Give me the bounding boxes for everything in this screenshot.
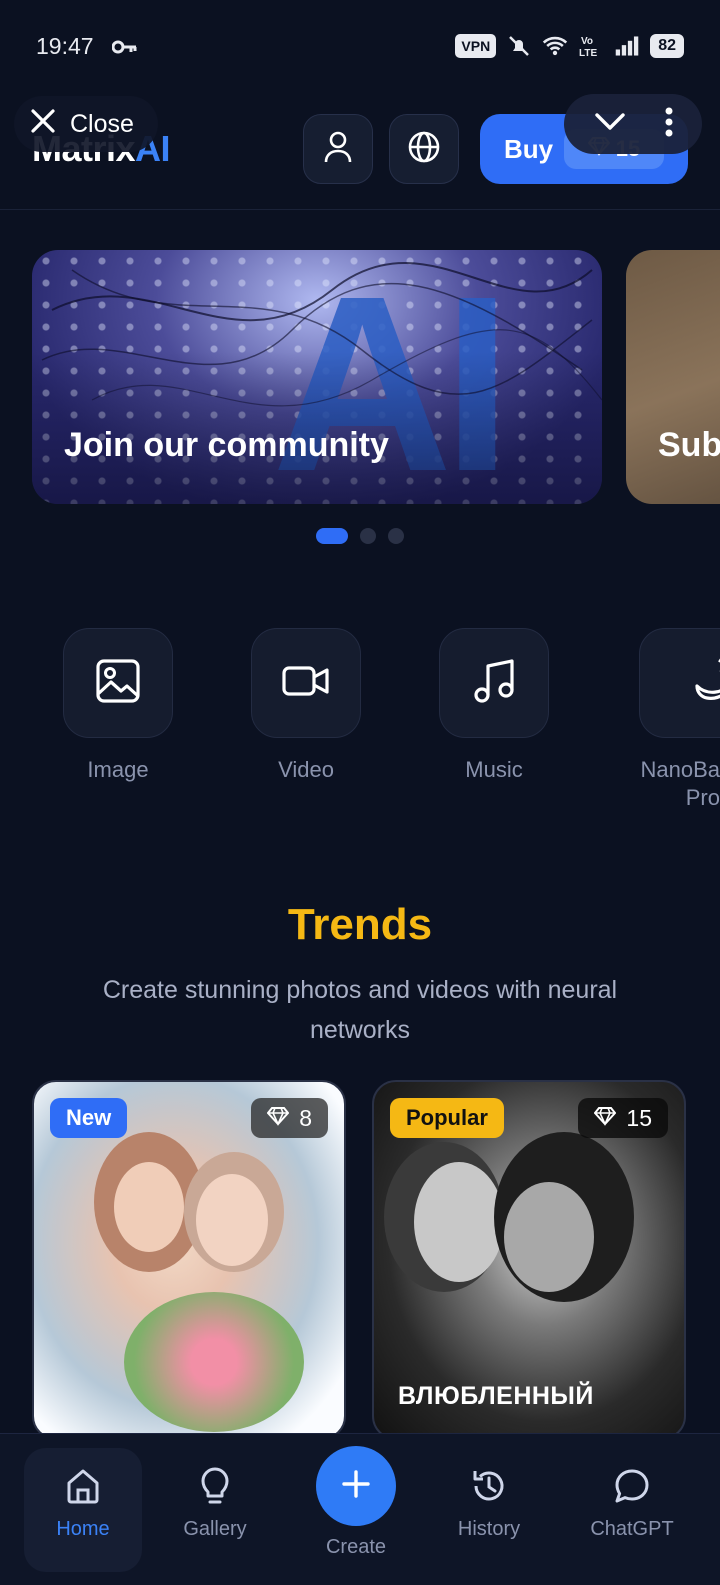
banner-community[interactable]: AI Join our community	[32, 250, 602, 504]
badge-new: New	[50, 1098, 128, 1138]
buy-label: Buy	[504, 133, 554, 164]
category-video[interactable]: Video	[231, 628, 381, 784]
category-icon-box[interactable]	[639, 628, 720, 738]
category-nanobanana[interactable]: NanoBa Pro	[615, 628, 720, 812]
overlay-controls	[564, 94, 702, 154]
card-figure	[196, 1174, 268, 1266]
image-icon	[95, 658, 141, 709]
wifi-icon	[542, 34, 568, 58]
nav-chatgpt[interactable]: ChatGPT	[572, 1464, 692, 1541]
history-icon	[429, 1464, 549, 1508]
svg-text:Vo: Vo	[581, 36, 593, 47]
plus-icon	[341, 1469, 371, 1504]
battery-indicator: 82	[650, 34, 684, 58]
nav-label: Gallery	[183, 1518, 247, 1540]
carousel-dot-active[interactable]	[316, 528, 348, 544]
card-figure	[124, 1292, 304, 1432]
close-label: Close	[70, 109, 134, 138]
category-icon-box[interactable]	[63, 628, 173, 738]
category-label: Music	[465, 757, 523, 782]
vpn-badge: VPN	[455, 34, 497, 58]
close-icon	[30, 108, 56, 141]
profile-button[interactable]	[303, 114, 373, 184]
banner-shade	[32, 250, 602, 504]
card-caption: ВЛЮБЛЕННЫЙ	[398, 1382, 594, 1410]
close-button[interactable]: Close	[14, 96, 158, 152]
language-button[interactable]	[389, 114, 459, 184]
banner-title: Sub	[658, 426, 720, 464]
user-icon	[323, 130, 353, 169]
cost-value: 8	[299, 1104, 312, 1131]
category-icon-box[interactable]	[251, 628, 361, 738]
banner-title: Join our community	[64, 426, 389, 464]
status-left: 19:47	[36, 33, 138, 60]
bottom-navigation: Home Gallery Create History ChatGPT	[0, 1433, 720, 1585]
globe-icon	[407, 130, 441, 169]
category-label: NanoBa Pro	[640, 757, 720, 810]
nav-label-create[interactable]: Create	[296, 1536, 416, 1559]
music-icon	[472, 658, 516, 709]
status-right: VPN Vo LTE 82	[455, 34, 684, 58]
nav-history[interactable]: History	[429, 1464, 549, 1541]
category-label: Video	[278, 757, 334, 782]
nav-label: Home	[56, 1518, 110, 1540]
nav-home[interactable]: Home	[24, 1448, 142, 1572]
trend-card[interactable]: New 8	[32, 1080, 346, 1440]
status-time: 19:47	[36, 32, 94, 59]
chat-bubble-icon	[572, 1464, 692, 1508]
category-image[interactable]: Image	[43, 628, 193, 784]
carousel-dot[interactable]	[388, 528, 404, 544]
svg-text:LTE: LTE	[579, 48, 597, 58]
banner-carousel[interactable]: AI Join our community Sub	[32, 250, 720, 505]
mute-icon	[506, 34, 532, 58]
category-icon-box[interactable]	[439, 628, 549, 738]
diamond-icon	[594, 1105, 617, 1132]
card-figure	[504, 1182, 594, 1292]
app-header: MatrixAI Close Buy 15	[0, 92, 720, 210]
cost-value: 15	[626, 1104, 652, 1131]
category-music[interactable]: Music	[419, 628, 569, 784]
trends-title: Trends	[287, 900, 433, 949]
signal-icon	[614, 34, 640, 58]
status-bar: 19:47 VPN Vo LTE 82	[0, 0, 720, 92]
create-button[interactable]	[316, 1446, 396, 1526]
nav-label: ChatGPT	[590, 1518, 674, 1540]
category-label: Image	[87, 757, 149, 782]
volte-icon: Vo LTE	[578, 34, 604, 58]
banana-icon	[689, 656, 720, 711]
key-icon	[111, 33, 138, 60]
cost-badge: 8	[251, 1098, 328, 1138]
home-icon	[24, 1464, 142, 1508]
video-icon	[281, 663, 331, 704]
card-figure	[414, 1162, 504, 1282]
lightbulb-icon	[155, 1464, 275, 1508]
more-options-icon[interactable]	[664, 106, 674, 143]
carousel-dot[interactable]	[360, 528, 376, 544]
nav-gallery[interactable]: Gallery	[155, 1464, 275, 1541]
trend-card[interactable]: Popular 15 ВЛЮБЛЕННЫЙ	[372, 1080, 686, 1440]
cost-badge: 15	[578, 1098, 668, 1138]
nav-label: History	[457, 1518, 521, 1540]
carousel-indicator	[0, 528, 720, 544]
trends-subtitle: Create stunning photos and videos with n…	[102, 976, 618, 1044]
chevron-down-icon[interactable]	[593, 111, 627, 138]
diamond-icon	[266, 1105, 290, 1132]
badge-popular: Popular	[390, 1098, 504, 1138]
card-figure	[114, 1162, 184, 1252]
banner-subscribe[interactable]: Sub	[626, 250, 720, 504]
